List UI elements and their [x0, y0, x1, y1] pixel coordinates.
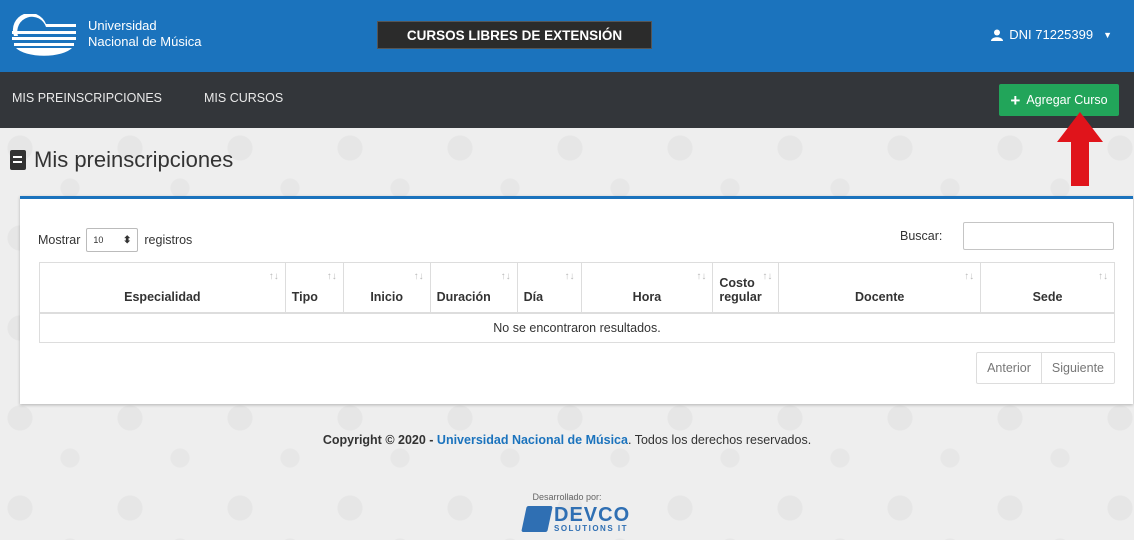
navbar: MIS PREINSCRIPCIONES MIS CURSOS: [0, 72, 1134, 128]
col-label: Especialidad: [124, 289, 201, 304]
devco-name: DEVCO: [554, 504, 631, 526]
plus-icon: +: [1010, 90, 1021, 110]
table-row: No se encontraron resultados.: [39, 312, 1115, 343]
sort-icon: ↑↓: [326, 271, 337, 282]
col-label: Día: [523, 289, 544, 304]
caret-down-icon: ▼: [1103, 29, 1112, 40]
sort-icon: ↑↓: [1098, 271, 1108, 282]
user-dni: DNI 71225399: [1009, 27, 1094, 42]
select-updown-icon: ⬍: [122, 234, 132, 246]
show-suffix: registros: [144, 233, 193, 247]
search-label: Buscar:: [900, 229, 943, 243]
university-link[interactable]: Universidad Nacional de Música: [437, 433, 628, 447]
sort-icon: ↑↓: [964, 271, 975, 282]
col-especialidad[interactable]: ↑↓ Especialidad: [39, 262, 286, 314]
col-label: Docente: [855, 289, 905, 304]
page-size-select[interactable]: 10 ⬍: [86, 228, 139, 252]
page-size-value: 10: [93, 235, 104, 245]
col-sede[interactable]: ↑↓ Sede: [980, 262, 1115, 314]
brand-line1: Universidad: [88, 18, 157, 33]
top-header: Universidad Nacional de Música CURSOS LI…: [0, 0, 1134, 72]
copyright-suffix: . Todos los derechos reservados.: [627, 433, 812, 447]
nav-mis-preinscripciones[interactable]: MIS PREINSCRIPCIONES: [12, 91, 162, 105]
devco-logo[interactable]: DEVCO SOLUTIONS IT: [521, 504, 631, 533]
search-input[interactable]: [963, 222, 1114, 250]
preinscriptions-card: Mostrar 10 ⬍ registros Buscar: ↑↓ Especia…: [20, 196, 1133, 404]
col-duracion[interactable]: ↑↓ Duración: [429, 262, 518, 314]
sort-icon: ↑↓: [762, 271, 773, 282]
col-label: Tipo: [291, 289, 318, 304]
user-menu[interactable]: DNI 71225399 ▼: [991, 27, 1112, 42]
page-title-text: Mis preinscripciones: [34, 147, 234, 172]
add-course-label: Agregar Curso: [1026, 93, 1108, 107]
col-docente[interactable]: ↑↓ Docente: [778, 262, 982, 314]
sort-icon: ↑↓: [564, 271, 575, 282]
table-header-row: ↑↓ Especialidad ↑↓ Tipo ↑↓ Inicio ↑↓ Duració…: [39, 262, 1115, 314]
copyright-prefix: Copyright © 2020 -: [322, 433, 437, 447]
col-dia[interactable]: ↑↓ Día: [516, 262, 582, 314]
col-label-line2: regular: [719, 289, 762, 304]
prev-page-button[interactable]: Anterior: [977, 353, 1041, 383]
col-label: Duración: [436, 289, 491, 304]
col-tipo[interactable]: ↑↓ Tipo: [284, 262, 344, 314]
empty-message: No se encontraron resultados.: [39, 312, 1115, 343]
col-costo-regular[interactable]: ↑↓ Costo regular: [712, 262, 780, 314]
page-title: Mis preinscripciones: [10, 147, 233, 173]
nav-mis-cursos[interactable]: MIS CURSOS: [204, 91, 283, 105]
col-inicio[interactable]: ↑↓ Inicio: [342, 262, 431, 314]
brand-name[interactable]: Universidad Nacional de Música: [88, 18, 201, 50]
app-title: CURSOS LIBRES DE EXTENSIÓN: [377, 21, 652, 49]
col-hora[interactable]: ↑↓ Hora: [580, 262, 714, 314]
sort-icon: ↑↓: [500, 271, 511, 282]
col-label: Inicio: [370, 289, 403, 304]
col-label: Hora: [632, 289, 662, 304]
sort-icon: ↑↓: [696, 271, 707, 282]
col-label: Sede: [1032, 289, 1063, 304]
sort-icon: ↑↓: [268, 271, 279, 282]
preinscriptions-table: ↑↓ Especialidad ↑↓ Tipo ↑↓ Inicio ↑↓ Duració…: [39, 262, 1115, 343]
page-size-control: Mostrar 10 ⬍ registros: [38, 228, 192, 252]
show-prefix: Mostrar: [38, 233, 81, 247]
pagination: Anterior Siguiente: [976, 352, 1115, 384]
developed-by: Desarrollado por:: [532, 492, 602, 502]
book-icon: [10, 150, 26, 170]
devco-sub: SOLUTIONS IT: [554, 524, 628, 533]
user-icon: [991, 29, 1004, 41]
copyright: Copyright © 2020 - Universidad Nacional …: [0, 433, 1134, 447]
brand-line2: Nacional de Música: [88, 34, 202, 49]
next-page-button[interactable]: Siguiente: [1040, 353, 1114, 383]
logo-icon[interactable]: [8, 14, 78, 58]
devco-logo-icon: [521, 506, 553, 532]
sort-icon: ↑↓: [413, 271, 424, 282]
red-arrow-icon: [1057, 112, 1103, 186]
